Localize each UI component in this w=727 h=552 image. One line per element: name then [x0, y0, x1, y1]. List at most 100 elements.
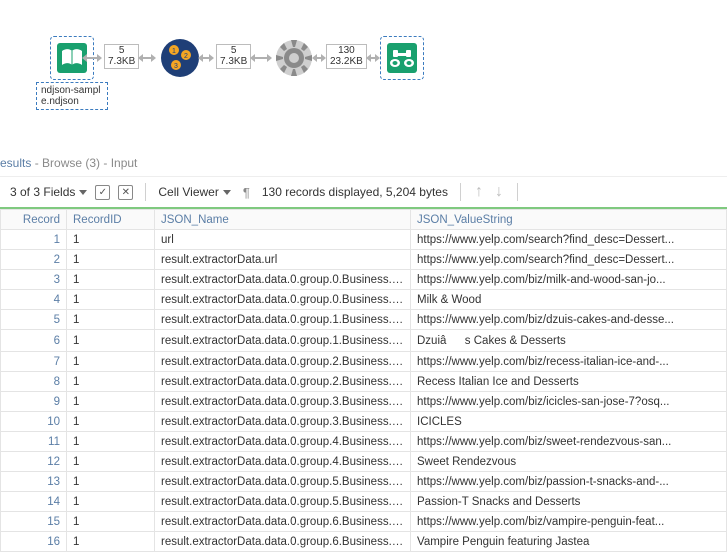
- cell-record: 10: [1, 412, 67, 432]
- svg-text:3: 3: [174, 63, 178, 70]
- table-row[interactable]: 151result.extractorData.data.0.group.6.B…: [1, 512, 727, 532]
- table-row[interactable]: 21result.extractorData.urlhttps://www.ye…: [1, 250, 727, 270]
- cell-jsonval: https://www.yelp.com/biz/dzuis-cakes-and…: [411, 310, 727, 330]
- cell-jsonname: result.extractorData.url: [155, 250, 411, 270]
- input-tool[interactable]: ndjson-sample.ndjson: [36, 36, 108, 110]
- pilcrow-icon[interactable]: ¶: [239, 185, 254, 200]
- cell-recordid: 1: [67, 532, 155, 552]
- cell-recordid: 1: [67, 330, 155, 352]
- table-row[interactable]: 71result.extractorData.data.0.group.2.Bu…: [1, 352, 727, 372]
- results-pane-header: esults - Browse (3) - Input: [0, 150, 727, 176]
- cell-jsonval: Milk & Wood: [411, 290, 727, 310]
- cell-record: 5: [1, 310, 67, 330]
- table-row[interactable]: 121result.extractorData.data.0.group.4.B…: [1, 452, 727, 472]
- edge-badge-3: 130 23.2KB: [326, 44, 367, 69]
- input-tool-label: ndjson-sample.ndjson: [36, 82, 108, 110]
- cell-jsonname: result.extractorData.data.0.group.3.Busi…: [155, 412, 411, 432]
- recordid-tool[interactable]: 1 2 3: [158, 36, 202, 80]
- binoculars-icon: [386, 42, 418, 74]
- table-row[interactable]: 11urlhttps://www.yelp.com/search?find_de…: [1, 230, 727, 250]
- cell-record: 3: [1, 270, 67, 290]
- cell-recordid: 1: [67, 432, 155, 452]
- table-row[interactable]: 81result.extractorData.data.0.group.2.Bu…: [1, 372, 727, 392]
- next-record-button[interactable]: ↓: [493, 183, 505, 201]
- cell-jsonval: Passion-T Snacks and Desserts: [411, 492, 727, 512]
- cell-record: 2: [1, 250, 67, 270]
- fields-dropdown[interactable]: 3 of 3 Fields: [10, 185, 87, 199]
- cell-jsonname: result.extractorData.data.0.group.2.Busi…: [155, 352, 411, 372]
- chevron-down-icon: [79, 190, 87, 195]
- cell-recordid: 1: [67, 372, 155, 392]
- table-row[interactable]: 31result.extractorData.data.0.group.0.Bu…: [1, 270, 727, 290]
- table-row[interactable]: 141result.extractorData.data.0.group.5.B…: [1, 492, 727, 512]
- cell-record: 14: [1, 492, 67, 512]
- gear-saw-icon: [274, 38, 314, 78]
- cell-jsonval: Vampire Penguin featuring Jastea: [411, 532, 727, 552]
- cell-recordid: 1: [67, 512, 155, 532]
- cell-record: 6: [1, 330, 67, 352]
- cell-record: 16: [1, 532, 67, 552]
- cell-jsonname: result.extractorData.data.0.group.5.Busi…: [155, 492, 411, 512]
- table-row[interactable]: 101result.extractorData.data.0.group.3.B…: [1, 412, 727, 432]
- cell-jsonval: https://www.yelp.com/biz/vampire-penguin…: [411, 512, 727, 532]
- cell-record: 13: [1, 472, 67, 492]
- cell-jsonval: https://www.yelp.com/biz/milk-and-wood-s…: [411, 270, 727, 290]
- cell-jsonname: url: [155, 230, 411, 250]
- cell-record: 7: [1, 352, 67, 372]
- cell-recordid: 1: [67, 392, 155, 412]
- table-row[interactable]: 131result.extractorData.data.0.group.5.B…: [1, 472, 727, 492]
- cell-jsonval: Dzuiâs Cakes & Desserts: [411, 330, 727, 352]
- table-row[interactable]: 111result.extractorData.data.0.group.4.B…: [1, 432, 727, 452]
- workflow-canvas[interactable]: ndjson-sample.ndjson 5 7.3KB 1 2 3 5 7.3…: [0, 0, 727, 150]
- cell-jsonname: result.extractorData.data.0.group.6.Busi…: [155, 532, 411, 552]
- cell-jsonname: result.extractorData.data.0.group.6.Busi…: [155, 512, 411, 532]
- cell-recordid: 1: [67, 250, 155, 270]
- cell-record: 11: [1, 432, 67, 452]
- cell-record: 8: [1, 372, 67, 392]
- cell-jsonval: Recess Italian Ice and Desserts: [411, 372, 727, 392]
- results-toolbar: 3 of 3 Fields ✓ ✕ Cell Viewer ¶ 130 reco…: [0, 176, 727, 209]
- cell-record: 9: [1, 392, 67, 412]
- cell-recordid: 1: [67, 492, 155, 512]
- table-row[interactable]: 51result.extractorData.data.0.group.1.Bu…: [1, 310, 727, 330]
- check-button[interactable]: ✓: [95, 185, 110, 200]
- table-row[interactable]: 41result.extractorData.data.0.group.0.Bu…: [1, 290, 727, 310]
- cell-viewer-dropdown[interactable]: Cell Viewer: [158, 185, 230, 199]
- col-recordid[interactable]: RecordID: [67, 210, 155, 230]
- cell-recordid: 1: [67, 270, 155, 290]
- cell-jsonname: result.extractorData.data.0.group.4.Busi…: [155, 452, 411, 472]
- cell-record: 1: [1, 230, 67, 250]
- chevron-down-icon: [223, 190, 231, 195]
- cell-jsonname: result.extractorData.data.0.group.1.Busi…: [155, 330, 411, 352]
- results-table-wrap: Record RecordID JSON_Name JSON_ValueStri…: [0, 209, 727, 552]
- results-title-suffix: - Browse (3) - Input: [31, 156, 137, 170]
- clear-button[interactable]: ✕: [118, 185, 133, 200]
- edge-badge-1: 5 7.3KB: [104, 44, 139, 69]
- edge-badge-2: 5 7.3KB: [216, 44, 251, 69]
- svg-text:1: 1: [172, 48, 176, 55]
- browse-tool[interactable]: [380, 36, 424, 80]
- cell-jsonname: result.extractorData.data.0.group.1.Busi…: [155, 310, 411, 330]
- col-jsonname[interactable]: JSON_Name: [155, 210, 411, 230]
- table-row[interactable]: 61result.extractorData.data.0.group.1.Bu…: [1, 330, 727, 352]
- cell-jsonval: https://www.yelp.com/search?find_desc=De…: [411, 250, 727, 270]
- cell-jsonval: https://www.yelp.com/search?find_desc=De…: [411, 230, 727, 250]
- svg-text:2: 2: [184, 53, 188, 60]
- results-table[interactable]: Record RecordID JSON_Name JSON_ValueStri…: [0, 209, 727, 552]
- cell-jsonval: Sweet Rendezvous: [411, 452, 727, 472]
- col-jsonval[interactable]: JSON_ValueString: [411, 210, 727, 230]
- cell-jsonval: https://www.yelp.com/biz/icicles-san-jos…: [411, 392, 727, 412]
- col-record[interactable]: Record: [1, 210, 67, 230]
- prev-record-button[interactable]: ↑: [473, 183, 485, 201]
- cell-recordid: 1: [67, 230, 155, 250]
- numbers-icon: 1 2 3: [160, 38, 200, 78]
- table-row[interactable]: 91result.extractorData.data.0.group.3.Bu…: [1, 392, 727, 412]
- table-header-row: Record RecordID JSON_Name JSON_ValueStri…: [1, 210, 727, 230]
- cell-jsonval: https://www.yelp.com/biz/sweet-rendezvou…: [411, 432, 727, 452]
- jsonparse-tool[interactable]: [272, 36, 316, 80]
- table-row[interactable]: 161result.extractorData.data.0.group.6.B…: [1, 532, 727, 552]
- cell-jsonname: result.extractorData.data.0.group.2.Busi…: [155, 372, 411, 392]
- cell-jsonname: result.extractorData.data.0.group.4.Busi…: [155, 432, 411, 452]
- cell-jsonname: result.extractorData.data.0.group.0.Busi…: [155, 270, 411, 290]
- results-title-prefix: esults: [0, 156, 31, 170]
